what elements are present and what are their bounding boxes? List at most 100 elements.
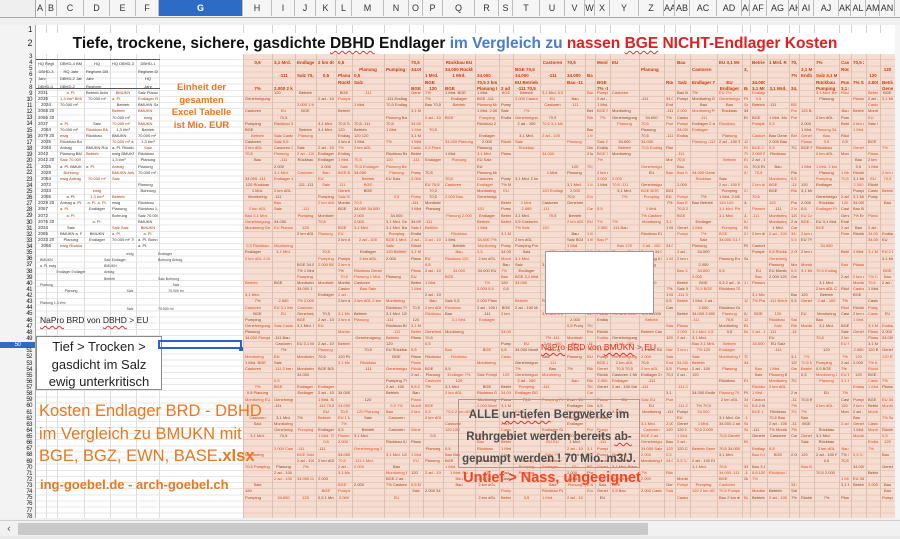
row-header-26[interactable]: 26	[2, 195, 32, 201]
column-header-AK[interactable]: AK	[839, 0, 851, 16]
column-header-AM[interactable]: AM	[866, 0, 880, 16]
row-header-35[interactable]: 35	[2, 250, 32, 256]
column-header-A[interactable]: A	[35, 0, 46, 16]
row-header-32[interactable]: 32	[2, 232, 32, 238]
row-header-29[interactable]: 29	[2, 213, 32, 219]
column-header-AC[interactable]: AC	[690, 0, 717, 16]
column-header-C[interactable]: C	[57, 0, 84, 16]
row-header-14[interactable]: 14	[2, 121, 32, 127]
column-header-X[interactable]: X	[595, 0, 610, 16]
row-header-73[interactable]: 73	[2, 483, 32, 489]
column-header-F[interactable]: F	[136, 0, 159, 16]
row-header-40[interactable]: 40	[2, 281, 32, 287]
scrollbar-thumb[interactable]	[18, 523, 648, 535]
row-header-60[interactable]: 60	[2, 403, 32, 409]
column-header-Q[interactable]: Q	[443, 0, 475, 16]
row-header-56[interactable]: 56	[2, 379, 32, 385]
column-header-N[interactable]: N	[384, 0, 409, 16]
row-header-49[interactable]: 49	[2, 336, 32, 342]
row-header-45[interactable]: 45	[2, 311, 32, 317]
row-header-46[interactable]: 46	[2, 318, 32, 324]
row-header-78[interactable]: 78	[2, 514, 32, 518]
column-header-E[interactable]: E	[110, 0, 136, 16]
column-header-U[interactable]: U	[540, 0, 565, 16]
column-header-K[interactable]: K	[316, 0, 336, 16]
row-header-17[interactable]: 17	[2, 140, 32, 146]
row-header-65[interactable]: 65	[2, 434, 32, 440]
row-header-64[interactable]: 64	[2, 428, 32, 434]
row-header-16[interactable]: 16	[2, 134, 32, 140]
row-header-10[interactable]: 10	[2, 97, 32, 103]
column-header-Y[interactable]: Y	[610, 0, 639, 16]
column-header-AL[interactable]: AL	[851, 0, 866, 16]
row-header-12[interactable]: 12	[2, 109, 32, 115]
column-header-D[interactable]: D	[84, 0, 110, 16]
row-header-4[interactable]: 4	[2, 60, 32, 66]
row-header-43[interactable]: 43	[2, 299, 32, 305]
column-header-AH[interactable]: AH	[789, 0, 799, 16]
horizontal-scrollbar[interactable]: ‹	[0, 520, 900, 537]
column-header-S[interactable]: S	[499, 0, 513, 16]
row-header-34[interactable]: 34	[2, 244, 32, 250]
column-header-AF[interactable]: AF	[750, 0, 767, 16]
column-header-AG[interactable]: AG	[767, 0, 789, 16]
row-header-76[interactable]: 76	[2, 501, 32, 507]
row-header-55[interactable]: 55	[2, 373, 32, 379]
row-header-39[interactable]: 39	[2, 275, 32, 281]
select-all-corner[interactable]	[0, 0, 36, 18]
row-header-44[interactable]: 44	[2, 305, 32, 311]
column-header-T[interactable]: T	[513, 0, 540, 16]
row-header-8[interactable]: 8	[2, 85, 32, 91]
row-header-51[interactable]: 51	[2, 348, 32, 354]
row-header-30[interactable]: 30	[2, 220, 32, 226]
row-header-18[interactable]: 18	[2, 146, 32, 152]
row-header-27[interactable]: 27	[2, 201, 32, 207]
row-header-68[interactable]: 68	[2, 452, 32, 458]
active-cell-outline[interactable]	[158, 340, 242, 349]
row-header-66[interactable]: 66	[2, 440, 32, 446]
column-header-AB[interactable]: AB	[675, 0, 690, 16]
row-header-77[interactable]: 77	[2, 508, 32, 514]
row-header-15[interactable]: 15	[2, 128, 32, 134]
row-header-48[interactable]: 48	[2, 330, 32, 336]
column-header-Z[interactable]: Z	[639, 0, 664, 16]
row-header-69[interactable]: 69	[2, 459, 32, 465]
row-header-59[interactable]: 59	[2, 397, 32, 403]
row-header-9[interactable]: 9	[2, 91, 32, 97]
row-header-7[interactable]: 7	[2, 79, 32, 85]
row-header-22[interactable]: 22	[2, 170, 32, 176]
row-header-74[interactable]: 74	[2, 489, 32, 495]
column-header-M[interactable]: M	[352, 0, 384, 16]
column-header-P[interactable]: P	[423, 0, 443, 16]
row-header-19[interactable]: 19	[2, 152, 32, 158]
column-header-V[interactable]: V	[565, 0, 585, 16]
row-header-47[interactable]: 47	[2, 324, 32, 330]
row-header-53[interactable]: 53	[2, 361, 32, 367]
row-header-50[interactable]: 50	[0, 342, 35, 348]
row-header-63[interactable]: 63	[2, 422, 32, 428]
row-header-5[interactable]: 5	[2, 66, 32, 72]
column-header-AA[interactable]: AA	[664, 0, 675, 16]
row-header-62[interactable]: 62	[2, 416, 32, 422]
column-header-AI[interactable]: AI	[799, 0, 814, 16]
column-header-B[interactable]: B	[46, 0, 57, 16]
column-header-O[interactable]: O	[409, 0, 423, 16]
row-header-3[interactable]: 3	[2, 54, 32, 60]
row-header-75[interactable]: 75	[2, 495, 32, 501]
row-header-21[interactable]: 21	[2, 164, 32, 170]
column-header-H[interactable]: H	[243, 0, 272, 16]
row-header-41[interactable]: 41	[2, 287, 32, 293]
column-header-AJ[interactable]: AJ	[814, 0, 839, 16]
row-header-13[interactable]: 13	[2, 115, 32, 121]
row-header-33[interactable]: 33	[2, 238, 32, 244]
column-header-AE[interactable]: AE	[742, 0, 750, 16]
row-header-37[interactable]: 37	[2, 262, 32, 268]
row-header-2[interactable]: 2	[2, 34, 32, 53]
row-header-1[interactable]: 1	[2, 26, 32, 34]
row-header-28[interactable]: 28	[2, 207, 32, 213]
column-header-W[interactable]: W	[585, 0, 595, 16]
column-header-I[interactable]: I	[272, 0, 295, 16]
row-header-52[interactable]: 52	[2, 354, 32, 360]
row-header-23[interactable]: 23	[2, 177, 32, 183]
column-header-G[interactable]: G	[159, 0, 243, 16]
